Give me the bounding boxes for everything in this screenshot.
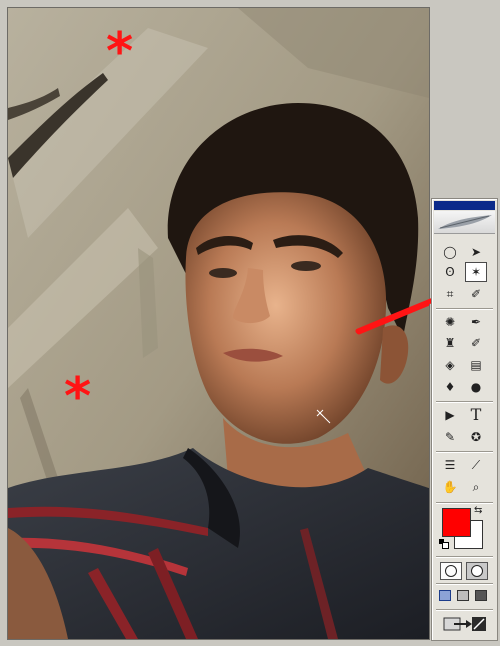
magic-wand-tool[interactable]: ✶	[465, 262, 487, 282]
default-colors-icon[interactable]	[439, 539, 449, 549]
crop-tool[interactable]: ⌗	[440, 285, 460, 303]
tools-palette: ◯ ➤ ʘ ✶ ⌗ ✐ ✺ ✒ ♜ ✐ ◈ ▤ ♦ ● ▶ T ✎ ✪ ☰ ⟋ …	[431, 198, 498, 641]
screen-mode-full-menu-icon	[457, 589, 469, 601]
marquee-tool[interactable]: ◯	[440, 243, 460, 261]
palette-header[interactable]	[434, 211, 495, 234]
lasso-icon: ʘ	[445, 265, 455, 279]
photo-canvas[interactable]: * *	[7, 7, 430, 640]
slice-tool[interactable]: ✐	[466, 285, 486, 303]
path-select-icon: ▶	[445, 408, 455, 422]
foreground-color-swatch[interactable]	[442, 508, 471, 537]
brush-icon: ✒	[470, 315, 482, 329]
screen-mode-standard-icon	[439, 589, 451, 601]
magic-wand-icon: ✶	[470, 265, 482, 279]
screen-mode-full-menu[interactable]	[456, 588, 470, 602]
dodge-icon: ●	[470, 380, 482, 394]
toolbox-divider	[436, 556, 493, 558]
hand-tool[interactable]: ✋	[440, 478, 460, 496]
notes-icon: ☰	[444, 458, 456, 472]
zoom-tool[interactable]: ⌕	[466, 478, 486, 496]
pen-icon: ✎	[444, 430, 456, 444]
standard-mode-icon	[445, 565, 457, 577]
eraser-tool[interactable]: ◈	[440, 356, 460, 374]
jump-to-icon	[443, 617, 486, 631]
marquee-icon: ◯	[443, 245, 457, 259]
toolbox-divider	[436, 502, 493, 504]
shape-icon: ✪	[470, 430, 482, 444]
type-tool[interactable]: T	[466, 406, 486, 424]
screen-mode-full-icon	[475, 589, 487, 601]
dodge-tool[interactable]: ●	[466, 378, 486, 396]
standard-mode-button[interactable]	[440, 562, 462, 580]
screen-mode-standard[interactable]	[438, 588, 452, 602]
palette-title-bar[interactable]	[434, 201, 495, 210]
toolbox-divider	[436, 401, 493, 403]
annotation-asterisk-top: *	[106, 22, 134, 82]
hand-icon: ✋	[442, 480, 458, 494]
move-icon: ➤	[470, 245, 482, 259]
notes-tool[interactable]: ☰	[440, 456, 460, 474]
annotation-asterisk-left: *	[64, 367, 92, 427]
zoom-icon: ⌕	[472, 480, 480, 494]
toolbox-divider	[436, 609, 493, 611]
move-tool[interactable]: ➤	[466, 243, 486, 261]
photo-image	[8, 8, 429, 639]
toolbox-divider	[436, 308, 493, 310]
lasso-tool[interactable]: ʘ	[440, 263, 460, 281]
stamp-icon: ♜	[444, 336, 456, 350]
quick-mask-icon	[471, 565, 483, 577]
gradient-icon: ▤	[470, 358, 482, 372]
blur-tool[interactable]: ♦	[440, 378, 460, 396]
toolbox-divider	[436, 451, 493, 453]
eyedropper-icon: ⟋	[471, 458, 481, 472]
pen-tool[interactable]: ✎	[440, 428, 460, 446]
swap-colors-icon[interactable]: ⇆	[474, 505, 482, 516]
blur-icon: ♦	[444, 380, 456, 394]
shape-tool[interactable]: ✪	[466, 428, 486, 446]
brush-tool[interactable]: ✒	[466, 313, 486, 331]
type-icon: T	[470, 405, 482, 424]
quick-mask-button[interactable]	[466, 562, 488, 580]
stamp-tool[interactable]: ♜	[440, 334, 460, 352]
eraser-icon: ◈	[445, 358, 455, 372]
gradient-tool[interactable]: ▤	[466, 356, 486, 374]
path-select-tool[interactable]: ▶	[440, 406, 460, 424]
healing-brush-tool[interactable]: ✺	[440, 313, 460, 331]
feather-icon	[438, 215, 492, 229]
crop-icon: ⌗	[446, 287, 454, 301]
screen-mode-full[interactable]	[474, 588, 488, 602]
history-brush-tool[interactable]: ✐	[466, 334, 486, 352]
healing-brush-icon: ✺	[444, 315, 456, 329]
history-brush-icon: ✐	[470, 336, 482, 350]
eyedropper-tool[interactable]: ⟋	[466, 456, 486, 474]
jump-to-imageready-button[interactable]	[440, 614, 490, 634]
toolbox-divider	[436, 583, 493, 585]
slice-icon: ✐	[470, 287, 482, 301]
